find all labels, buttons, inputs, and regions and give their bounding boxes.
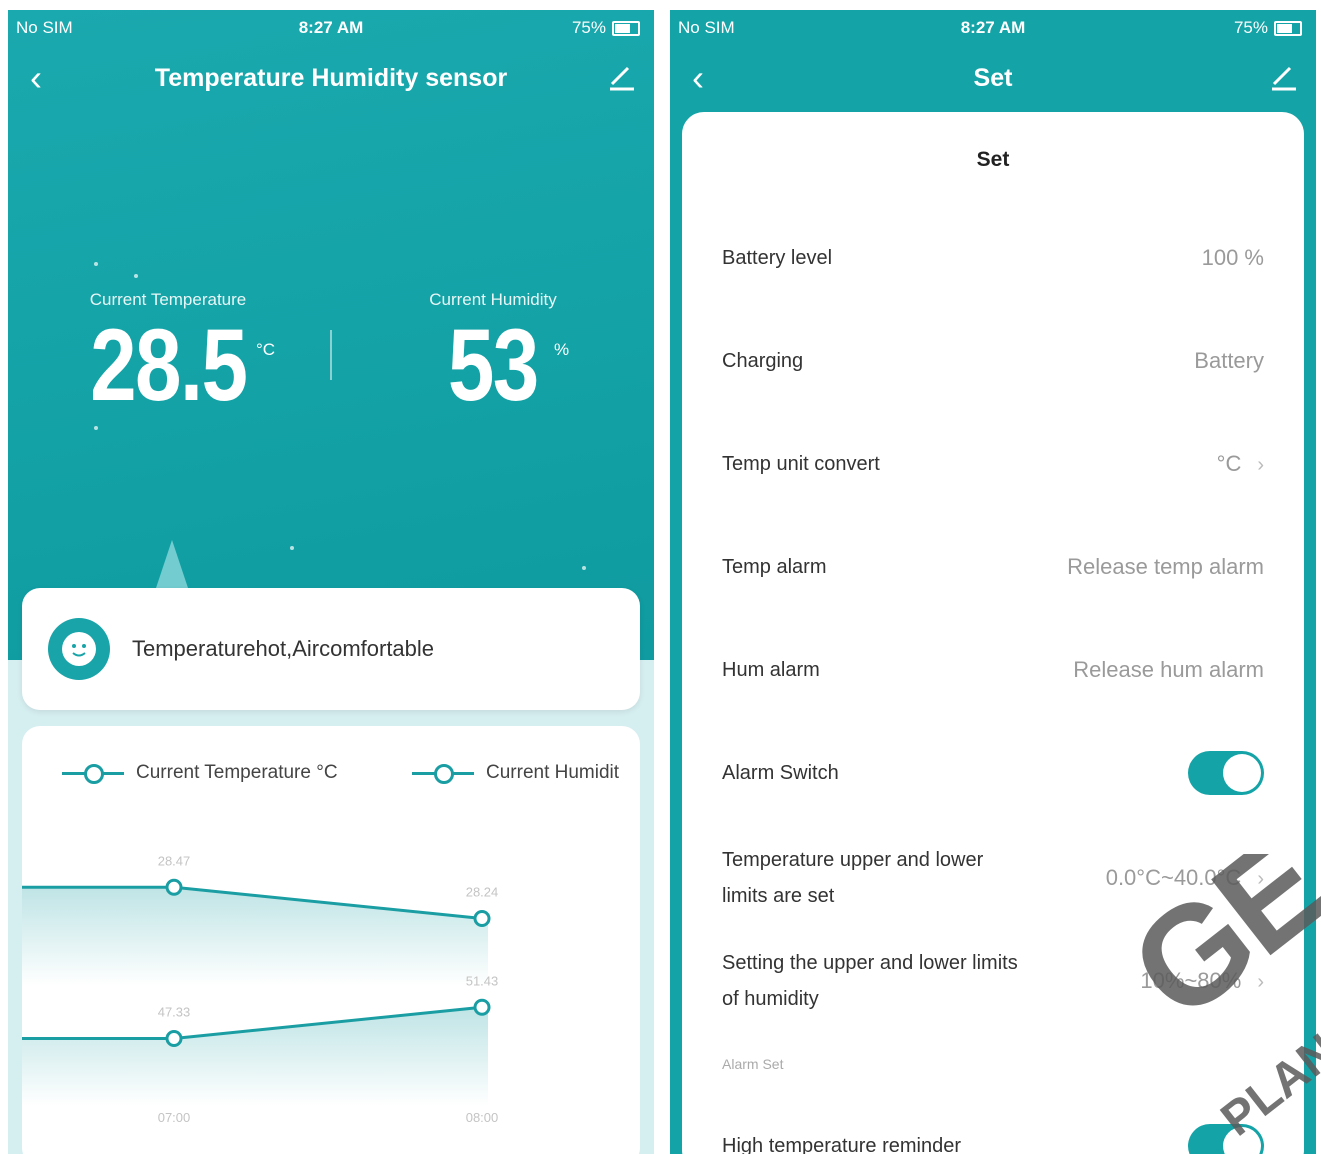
row-value: 0.0°C~40.0°C [1105, 865, 1242, 890]
row-value: 10%~80% [1140, 968, 1242, 993]
row-high-temp-reminder: High temperature reminder [722, 1124, 1264, 1154]
data-label: 47.33 [158, 1005, 191, 1020]
series-area [22, 887, 488, 986]
humidity-unit: % [554, 340, 570, 359]
face-icon [48, 618, 110, 680]
status-time: 8:27 AM [960, 18, 1026, 37]
edit-icon[interactable] [606, 62, 636, 92]
row-alarm-switch: Alarm Switch [722, 751, 1264, 815]
battery-indicator: 75% [572, 18, 640, 38]
chevron-right-icon: › [1257, 454, 1264, 476]
row-label: Temperature upper and lower limits are s… [722, 849, 984, 907]
row-label: High temperature reminder [722, 1135, 961, 1154]
row-temp-unit[interactable]: Temp unit convert °C › [722, 446, 1264, 506]
comfort-card: Temperaturehot,Aircomfortable [22, 588, 640, 710]
temperature-reading: Current Temperature 28.5 °C [68, 290, 275, 422]
humidity-value: 53 [448, 308, 539, 422]
back-icon[interactable]: ‹ [692, 60, 704, 96]
back-icon[interactable]: ‹ [30, 60, 42, 96]
comfort-status: Temperaturehot,Aircomfortable [132, 636, 435, 661]
history-chart-card: Current Temperature °C Current Humidit 2… [22, 726, 640, 1154]
status-bar: No SIM 8:27 AM 75% [670, 10, 1316, 46]
row-value: °C [1216, 451, 1242, 476]
decor-dot [134, 274, 138, 278]
row-temp-limits[interactable]: Temperature upper and lower limits are s… [722, 842, 1264, 922]
chevron-right-icon: › [1257, 971, 1264, 993]
battery-icon [612, 20, 640, 36]
row-value: 100 % [1201, 245, 1264, 270]
settings-panel: Set Battery level 100 % Charging Battery… [682, 112, 1304, 1154]
humidity-reading: Current Humidity 53 % [408, 290, 578, 420]
edit-icon[interactable] [1268, 62, 1298, 92]
high-temp-reminder-toggle[interactable] [1188, 1124, 1264, 1154]
alarm-switch-toggle[interactable] [1188, 751, 1264, 795]
row-value: Battery [1194, 348, 1264, 373]
row-label: Charging [722, 350, 804, 372]
x-tick-label: 08:00 [466, 1110, 499, 1125]
humidity-label: Current Humidity [429, 290, 557, 309]
row-label: Battery level [722, 247, 833, 269]
section-header: Alarm Set [722, 1056, 784, 1072]
battery-indicator: 75% [1234, 18, 1302, 38]
temperature-unit: °C [256, 340, 276, 359]
series-area [22, 1007, 488, 1106]
row-label: Alarm Switch [722, 762, 839, 784]
data-label: 28.24 [466, 885, 499, 900]
status-bar: No SIM 8:27 AM 75% [8, 10, 654, 46]
battery-percent: 75% [1233, 18, 1268, 37]
row-charging: Charging Battery [722, 343, 1264, 403]
row-value-wrap: °C › [1217, 446, 1264, 483]
row-label: Temp alarm [722, 556, 827, 578]
battery-icon [1274, 20, 1302, 36]
page-title: Temperature Humidity sensor [154, 64, 508, 92]
row-hum-limits[interactable]: Setting the upper and lower limits of hu… [722, 945, 1264, 1025]
x-tick-label: 07:00 [158, 1110, 191, 1125]
data-label: 28.47 [158, 853, 191, 868]
row-label: Hum alarm [722, 659, 820, 681]
status-time: 8:27 AM [298, 18, 364, 37]
row-value: Release temp alarm [1067, 554, 1264, 579]
history-chart: 28.47 28.24 47.33 51.43 07:00 08:00 [22, 853, 499, 1125]
battery-percent: 75% [571, 18, 606, 37]
decor-dot [94, 262, 98, 266]
row-label: Temp unit convert [722, 453, 880, 475]
row-hum-alarm[interactable]: Hum alarm Release hum alarm [722, 652, 1264, 712]
row-temp-alarm[interactable]: Temp alarm Release temp alarm [722, 549, 1264, 609]
row-value-wrap: 0.0°C~40.0°C › [1106, 860, 1264, 897]
temperature-value: 28.5 [89, 308, 248, 422]
temperature-label: Current Temperature [89, 290, 247, 309]
data-point[interactable] [473, 998, 491, 1016]
pointer-triangle [156, 540, 188, 588]
settings-screen: No SIM 8:27 AM 75% ‹ Set Set Battery lev… [670, 10, 1316, 1154]
row-value-wrap: 10%~80% › [1140, 963, 1264, 1000]
decor-dot [290, 546, 294, 550]
page-title: Set [973, 64, 1013, 92]
chevron-right-icon: › [1257, 868, 1264, 890]
row-value: Release hum alarm [1073, 657, 1264, 682]
panel-title: Set [976, 148, 1010, 171]
readings: Current Temperature 28.5 °C Current Humi… [8, 290, 654, 440]
data-label: 51.43 [466, 973, 499, 988]
row-battery-level: Battery level 100 % [722, 240, 1264, 300]
reading-divider [330, 330, 332, 380]
data-point[interactable] [473, 910, 491, 927]
nav-bar: ‹ Set [670, 56, 1316, 104]
decor-dot [582, 566, 586, 570]
nav-bar: ‹ Temperature Humidity sensor [8, 56, 654, 104]
data-point[interactable] [165, 1030, 183, 1047]
row-label: Setting the upper and lower limits of hu… [722, 952, 1018, 1010]
data-point[interactable] [165, 878, 183, 896]
sensor-screen: No SIM 8:27 AM 75% ‹ Temperature Humidit… [8, 10, 654, 1154]
